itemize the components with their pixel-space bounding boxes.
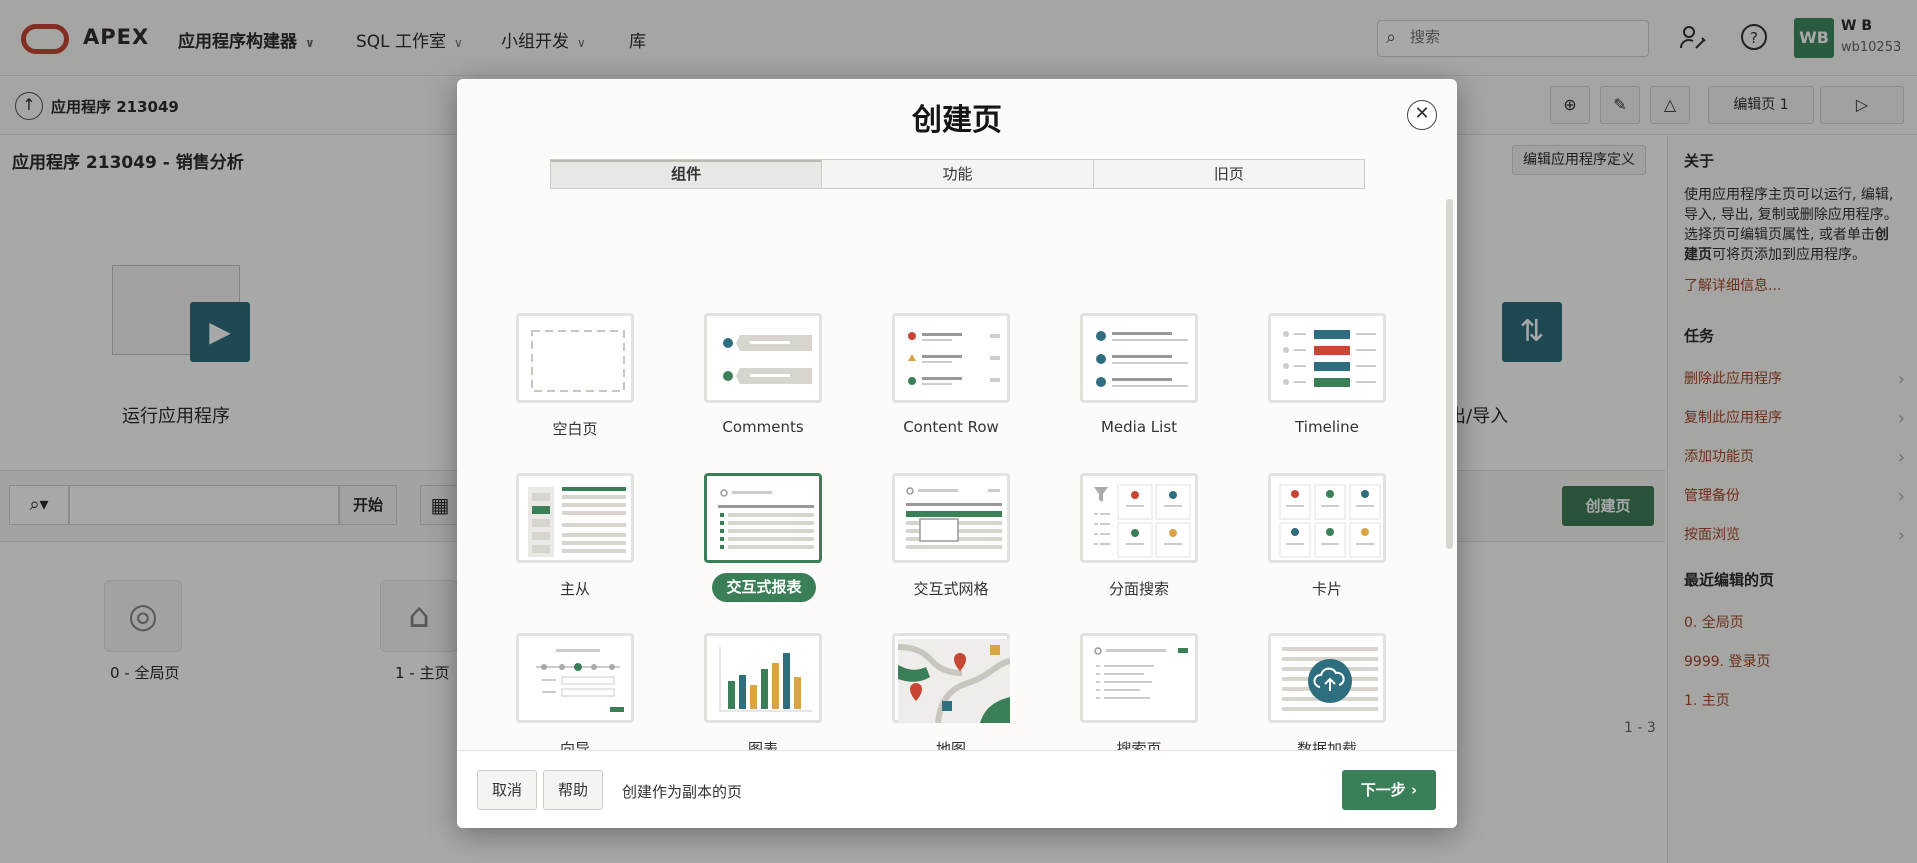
card-label[interactable]: 图表	[683, 738, 843, 750]
card-label[interactable]: 分面搜索	[1059, 578, 1219, 599]
card-label[interactable]: Comments	[683, 418, 843, 436]
content-row-icon	[908, 332, 1000, 385]
timeline-icon	[1283, 330, 1376, 387]
chart-icon	[719, 647, 812, 712]
card-label[interactable]: 向导	[495, 738, 655, 750]
card-label[interactable]: 卡片	[1247, 578, 1407, 599]
help-button[interactable]: 帮助	[543, 770, 603, 810]
card-data-load[interactable]	[1268, 633, 1386, 723]
card-faceted-search[interactable]	[1080, 473, 1198, 563]
card-map[interactable]	[892, 633, 1010, 723]
card-wizard[interactable]	[516, 633, 634, 723]
wizard-icon	[536, 649, 624, 712]
card-label[interactable]: 空白页	[495, 418, 655, 439]
card-timeline[interactable]	[1268, 313, 1386, 403]
page-type-gallery[interactable]: 空白页 Comments Content Row Media List Time…	[457, 197, 1457, 750]
card-label[interactable]: 地图	[871, 738, 1031, 750]
media-list-icon	[1096, 331, 1188, 387]
card-chart[interactable]	[704, 633, 822, 723]
card-label[interactable]: 主从	[495, 578, 655, 599]
chevron-right-icon: ›	[1405, 781, 1418, 799]
card-interactive-report[interactable]	[704, 473, 822, 563]
tab-components[interactable]: 组件	[551, 160, 823, 188]
card-label[interactable]: 数据加载	[1247, 738, 1407, 750]
data-load-icon	[1282, 647, 1378, 711]
master-detail-icon	[528, 487, 626, 557]
map-icon	[898, 639, 1010, 723]
interactive-grid-icon	[906, 487, 1002, 549]
scrollbar-thumb[interactable]	[1446, 199, 1453, 549]
card-blank-page[interactable]	[516, 313, 634, 403]
create-page-dialog: 创建页 ✕ 组件 功能 旧页 空白页 Comments Content Row	[457, 79, 1457, 828]
dialog-tabs: 组件 功能 旧页	[550, 159, 1365, 189]
card-label[interactable]: Timeline	[1247, 418, 1407, 436]
card-media-list[interactable]	[1080, 313, 1198, 403]
card-comments[interactable]	[704, 313, 822, 403]
card-master-detail[interactable]	[516, 473, 634, 563]
next-button-label: 下一步	[1360, 781, 1406, 799]
dialog-title: 创建页	[912, 103, 1002, 138]
faceted-search-icon	[1094, 484, 1191, 558]
card-interactive-grid[interactable]	[892, 473, 1010, 563]
card-label[interactable]: Media List	[1059, 418, 1219, 436]
card-label[interactable]: 搜索页	[1059, 738, 1219, 750]
card-label-selected[interactable]: 交互式报表	[712, 573, 816, 602]
dialog-footer: 取消 帮助 创建作为副本的页 下一步 ›	[457, 750, 1457, 828]
interactive-report-icon	[718, 489, 814, 549]
tab-features[interactable]: 功能	[822, 160, 1094, 188]
close-icon[interactable]: ✕	[1407, 100, 1437, 130]
card-search-page[interactable]	[1080, 633, 1198, 723]
cards-icon	[1279, 484, 1381, 558]
comments-icon	[723, 335, 812, 384]
search-page-icon	[1094, 647, 1188, 699]
blank-page-icon	[531, 330, 625, 392]
next-button[interactable]: 下一步 ›	[1342, 770, 1436, 810]
card-label[interactable]: 交互式网格	[871, 578, 1031, 599]
card-cards[interactable]	[1268, 473, 1386, 563]
cancel-button[interactable]: 取消	[477, 770, 537, 810]
card-label[interactable]: Content Row	[871, 418, 1031, 436]
card-content-row[interactable]	[892, 313, 1010, 403]
tab-legacy-pages[interactable]: 旧页	[1093, 160, 1364, 188]
apex-app: APEX 应用程序构建器∨ SQL 工作室∨ 小组开发∨ 库 ⌕ ? WB W …	[0, 0, 1917, 863]
copy-page-link[interactable]: 创建作为副本的页	[622, 781, 742, 802]
